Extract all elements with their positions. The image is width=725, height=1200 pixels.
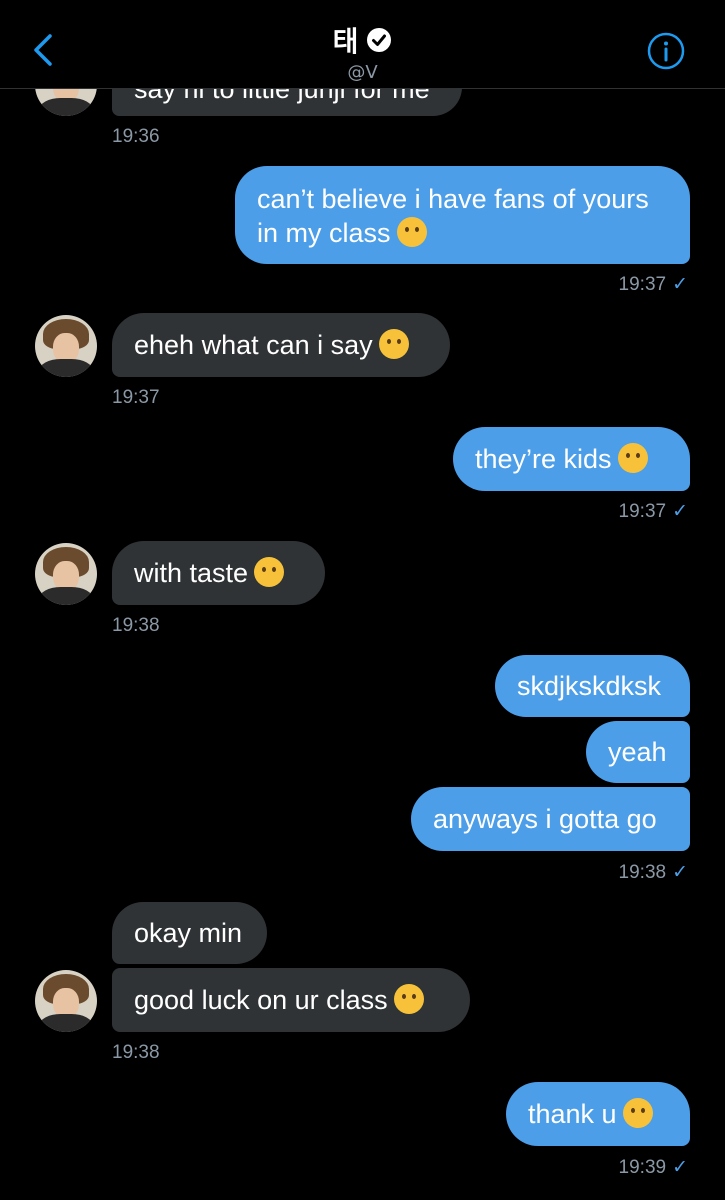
conversation-title-block[interactable]: 태 @V (0, 20, 725, 83)
smirking-face-emoji-icon (254, 557, 285, 587)
message-bubble-outgoing[interactable]: they’re kids (453, 427, 690, 491)
smiling-face-with-hearts-emoji-icon (622, 1098, 653, 1128)
tired-face-emoji-icon (617, 443, 648, 473)
message-text: okay min (134, 918, 243, 948)
conversation-handle: @V (347, 62, 378, 83)
timestamp-text: 19:38 (618, 862, 667, 883)
message-timestamp: 19:38 (112, 1042, 160, 1063)
message-text-line: in my class (257, 218, 391, 248)
timestamp-text: 19:37 (618, 501, 667, 522)
message-timestamp: 19:38 (112, 615, 160, 636)
kissing-face-emoji-icon (393, 984, 424, 1014)
message-text-line: can’t believe i have fans of yours (257, 184, 649, 214)
message-text: skdjkskdksk (517, 671, 662, 701)
message-bubble-incoming[interactable]: good luck on ur class (112, 968, 470, 1032)
avatar[interactable] (35, 970, 97, 1032)
message-bubble-outgoing[interactable]: can’t believe i have fans of yours in my… (235, 166, 690, 264)
avatar[interactable] (35, 315, 97, 377)
message-text: eheh what can i say (134, 330, 373, 360)
message-text: with taste (134, 558, 249, 588)
message-text: anyways i gotta go (433, 804, 657, 834)
message-bubble-outgoing[interactable]: thank u (506, 1082, 690, 1146)
message-text: yeah (608, 737, 667, 767)
message-text: good luck on ur class (134, 985, 388, 1015)
sent-check-icon: ✓ (672, 274, 688, 295)
message-timestamp: 19:39 ✓ (560, 1156, 688, 1179)
message-bubble-outgoing[interactable]: yeah (586, 721, 690, 783)
info-icon[interactable] (646, 31, 686, 71)
sent-check-icon: ✓ (672, 501, 688, 522)
avatar[interactable] (35, 543, 97, 605)
message-timestamp: 19:38 ✓ (560, 861, 688, 884)
conversation-header: 태 @V (0, 0, 725, 89)
message-timestamp: 19:37 ✓ (560, 500, 688, 523)
message-bubble-incoming[interactable]: okay min (112, 902, 267, 964)
message-timestamp: 19:37 ✓ (560, 273, 688, 296)
message-bubble-incoming[interactable]: eheh what can i say (112, 313, 450, 377)
message-timestamp: 19:37 (112, 387, 160, 408)
conversation-title: 태 (332, 25, 359, 58)
message-bubble-outgoing[interactable]: skdjkskdksk (495, 655, 690, 717)
message-feed: say hi to little junji for me 19:36 can’… (0, 0, 725, 1200)
message-bubble-outgoing[interactable]: anyways i gotta go (411, 787, 690, 851)
savoring-food-emoji-icon (378, 329, 409, 359)
rolling-eyes-emoji-icon (396, 217, 427, 247)
sent-check-icon: ✓ (672, 862, 688, 883)
sent-check-icon: ✓ (672, 1157, 688, 1178)
timestamp-text: 19:39 (618, 1157, 667, 1178)
message-bubble-incoming[interactable]: with taste (112, 541, 325, 605)
timestamp-text: 19:37 (618, 274, 667, 295)
verified-badge-icon (367, 28, 392, 52)
message-text: they’re kids (475, 444, 612, 474)
message-text: thank u (528, 1099, 617, 1129)
message-timestamp: 19:36 (112, 126, 160, 147)
